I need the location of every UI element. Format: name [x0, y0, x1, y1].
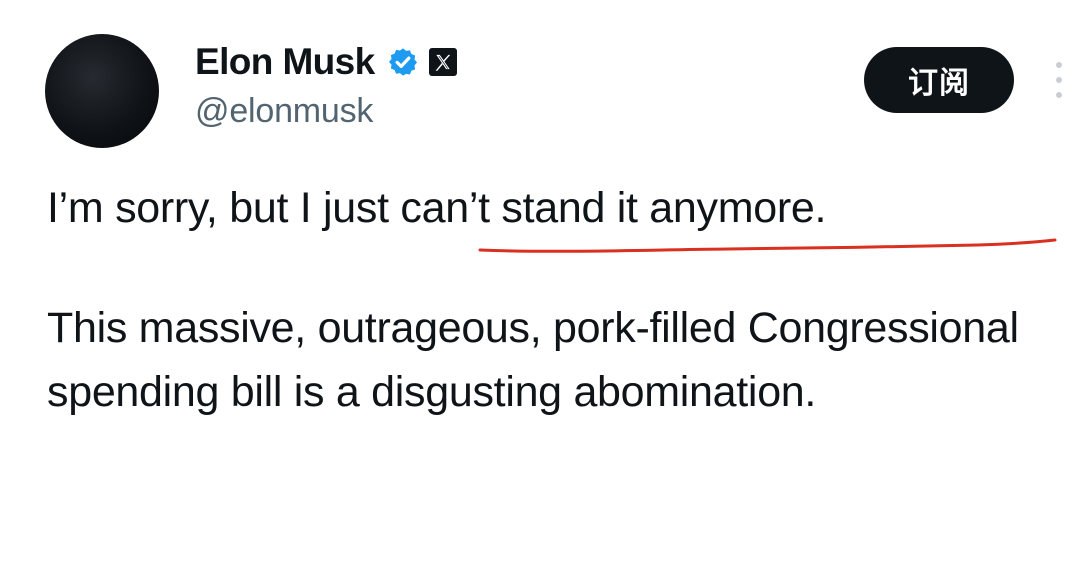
tweet-text: I’m sorry, but I just can’t stand it any…	[47, 176, 1067, 424]
x-logo-icon	[428, 48, 457, 76]
name-row: Elon Musk	[195, 38, 457, 86]
verified-badge-icon[interactable]	[387, 46, 419, 78]
more-options-icon[interactable]	[1052, 62, 1066, 98]
more-dot	[1056, 77, 1062, 83]
author-handle[interactable]: @elonmusk	[195, 90, 457, 132]
tweet-card: Elon Musk @elonmusk 订阅 I’m sorry, but I …	[0, 0, 1080, 565]
tweet-paragraph: I’m sorry, but I just can’t stand it any…	[47, 184, 827, 232]
subscribe-button[interactable]: 订阅	[864, 47, 1014, 113]
tweet-paragraph: This massive, outrageous, pork-filled Co…	[47, 304, 1019, 416]
more-dot	[1056, 62, 1062, 68]
more-dot	[1056, 92, 1062, 98]
author-display-name[interactable]: Elon Musk	[195, 38, 375, 86]
avatar[interactable]	[45, 34, 159, 148]
tweet-header: Elon Musk @elonmusk	[195, 38, 457, 132]
